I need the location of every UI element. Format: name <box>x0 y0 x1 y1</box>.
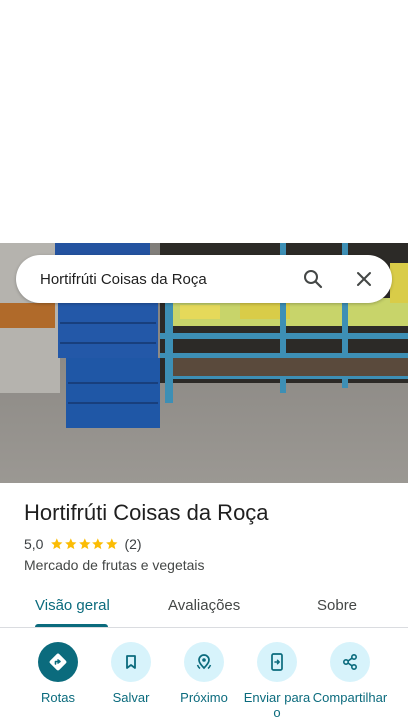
place-category[interactable]: Mercado de frutas e vegetais <box>24 557 205 573</box>
share-button[interactable]: Compartilhar <box>310 642 390 705</box>
map-blank-area <box>0 0 408 243</box>
star-icon <box>78 538 91 550</box>
rating-value: 5,0 <box>24 536 44 552</box>
nearby-button[interactable]: Próximo <box>164 642 244 705</box>
save-button[interactable]: Salvar <box>91 642 171 705</box>
tab-overview[interactable]: Visão geral <box>35 597 110 614</box>
nearby-label: Próximo <box>180 690 228 705</box>
star-icon <box>105 538 118 550</box>
directions-label: Rotas <box>41 690 75 705</box>
send-to-phone-button[interactable]: Enviar para o <box>237 642 317 720</box>
close-icon[interactable] <box>352 267 376 291</box>
share-label: Compartilhar <box>312 690 388 705</box>
send-to-phone-label: Enviar para o <box>243 690 311 720</box>
tab-bar: Visão geral Avaliações Sobre <box>0 585 408 628</box>
send-to-phone-icon <box>257 642 297 682</box>
star-icon <box>92 538 104 550</box>
nearby-icon <box>184 642 224 682</box>
directions-button[interactable]: Rotas <box>18 642 98 705</box>
directions-icon <box>38 642 78 682</box>
rating-stars <box>50 537 118 551</box>
place-title: Hortifrúti Coisas da Roça <box>24 500 269 525</box>
tab-active-indicator <box>35 624 108 627</box>
search-input[interactable]: Hortifrúti Coisas da Roça <box>40 271 301 288</box>
tab-about[interactable]: Sobre <box>317 597 357 614</box>
star-icon <box>51 538 63 550</box>
review-count: (2) <box>124 536 142 552</box>
search-icon[interactable] <box>301 267 325 291</box>
share-icon <box>330 642 370 682</box>
search-bar[interactable]: Hortifrúti Coisas da Roça <box>16 255 392 303</box>
star-icon <box>65 538 77 550</box>
action-bar: Rotas Salvar Próximo Enviar para o Compa… <box>0 642 408 726</box>
bookmark-icon <box>111 642 151 682</box>
save-label: Salvar <box>112 690 150 705</box>
rating-row[interactable]: 5,0 (2) <box>24 536 142 552</box>
tab-reviews[interactable]: Avaliações <box>168 597 240 614</box>
